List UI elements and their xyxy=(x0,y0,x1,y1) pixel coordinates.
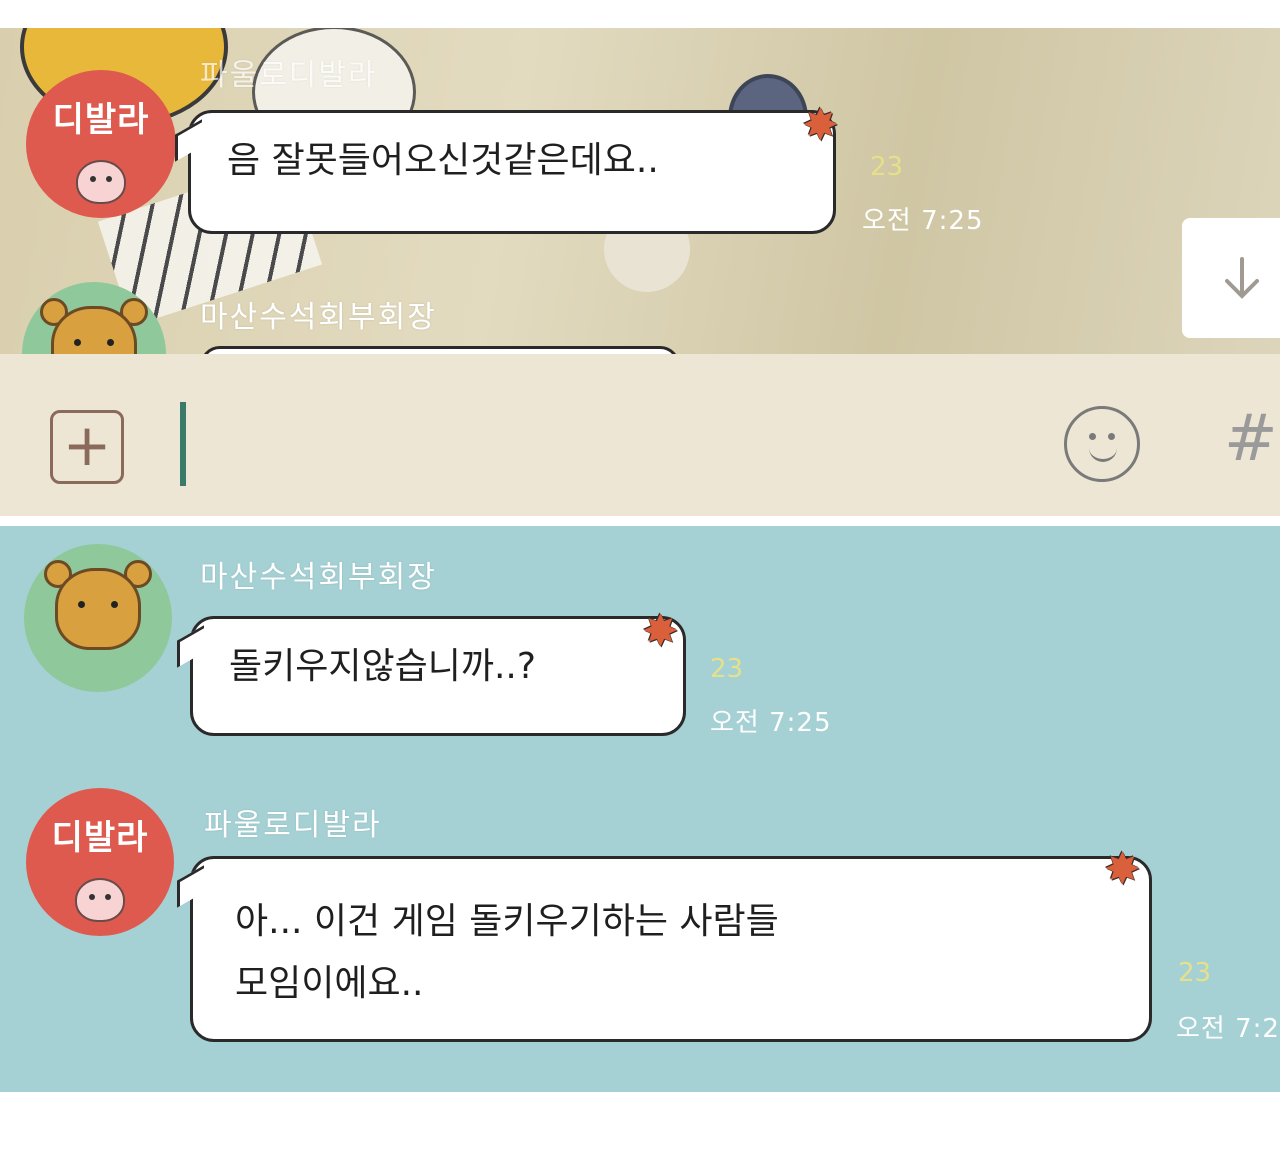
sender-name: 파울로디발라 xyxy=(204,808,382,843)
plus-button[interactable]: + xyxy=(50,410,124,484)
top-screenshot: 디발라 파울로디발라 음 잘못들어오신것같은데요.. ✸ 23 오전 7:25 … xyxy=(0,28,1280,516)
unread-count: 23 xyxy=(1178,958,1212,988)
starfish-icon: ✸ xyxy=(1104,844,1141,895)
message-text-line: 아... 이건 게임 돌키우기하는 사람들 xyxy=(235,901,779,942)
sender-name: 마산수석회부회장 xyxy=(200,560,437,595)
message-text: 음 잘못들어오신것같은데요.. xyxy=(227,140,659,181)
avatar-apeach[interactable]: 디발라 xyxy=(26,70,176,218)
message-time: 오전 7:2 xyxy=(1176,1014,1280,1044)
emoji-button[interactable] xyxy=(1064,406,1140,482)
smiley-icon xyxy=(1089,439,1117,462)
message-text: 돌키우지않습니까..? xyxy=(229,646,536,687)
avatar-label: 디발라 xyxy=(51,818,149,858)
ryan-icon xyxy=(55,568,141,650)
arrow-down-icon xyxy=(1225,257,1259,299)
message-bubble[interactable]: 음 잘못들어오신것같은데요.. xyxy=(188,110,836,234)
starfish-icon: ✸ xyxy=(642,606,679,657)
hash-button[interactable]: # xyxy=(1224,402,1278,476)
message-bubble[interactable]: 아... 이건 게임 돌키우기하는 사람들 모임이에요.. xyxy=(190,856,1152,1042)
sender-name: 파울로디발라 xyxy=(200,58,378,93)
sender-name: 마산수석회부회장 xyxy=(200,300,437,335)
apeach-icon xyxy=(75,878,125,922)
bottom-screenshot: 마산수석회부회장 돌키우지않습니까..? ✸ 23 오전 7:25 디발라 파울… xyxy=(0,526,1280,1092)
unread-count: 23 xyxy=(710,654,744,684)
message-input[interactable] xyxy=(180,402,186,486)
message-time: 오전 7:25 xyxy=(710,708,832,738)
scroll-down-button[interactable] xyxy=(1182,218,1280,338)
message-input-bar: + # xyxy=(0,354,1280,516)
apeach-icon xyxy=(76,160,126,204)
plus-icon: + xyxy=(62,411,112,479)
chat-area-top: 디발라 파울로디발라 음 잘못들어오신것같은데요.. ✸ 23 오전 7:25 … xyxy=(0,28,1280,354)
message-time: 오전 7:25 xyxy=(862,206,984,236)
starfish-icon: ✸ xyxy=(802,100,839,151)
avatar-ryan[interactable] xyxy=(24,544,172,692)
message-bubble-partial[interactable] xyxy=(200,346,680,354)
avatar-label: 디발라 xyxy=(52,100,150,140)
message-bubble[interactable]: 돌키우지않습니까..? xyxy=(190,616,686,736)
unread-count: 23 xyxy=(870,152,904,182)
avatar-apeach[interactable]: 디발라 xyxy=(26,788,174,936)
message-text-line: 모임이에요.. xyxy=(235,963,424,1004)
